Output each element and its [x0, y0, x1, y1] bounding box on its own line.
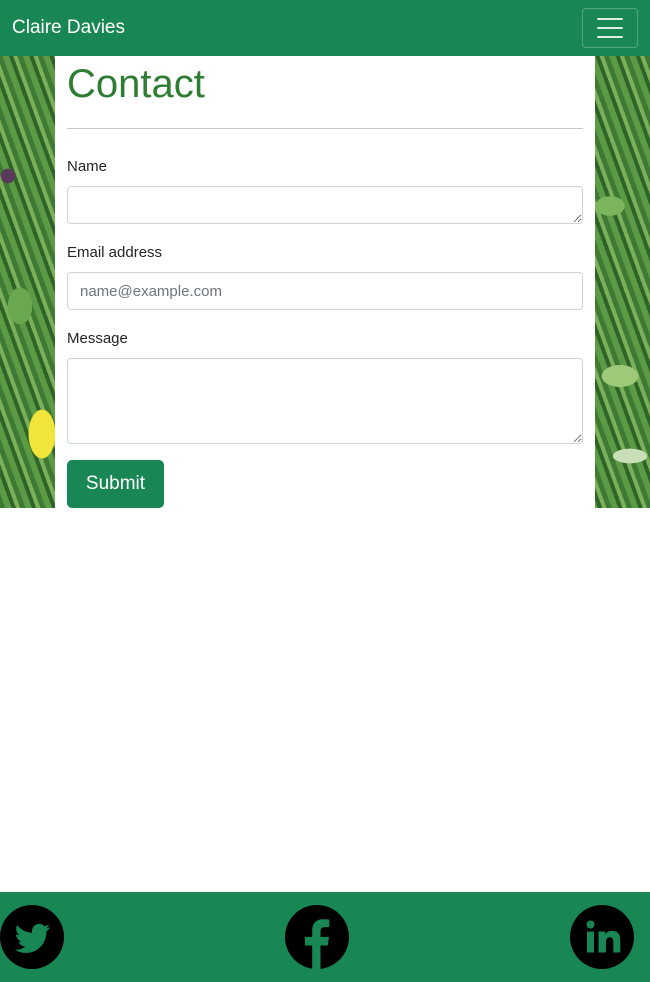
linkedin-link[interactable] [570, 905, 634, 969]
submit-button[interactable]: Submit [67, 460, 164, 508]
message-label: Message [67, 330, 128, 347]
twitter-icon [0, 905, 64, 969]
twitter-link[interactable] [0, 905, 64, 969]
menu-toggle-button[interactable] [582, 8, 638, 48]
footer [0, 892, 650, 982]
hero-background-image: Contact Name Email address Message Submi… [0, 56, 650, 508]
facebook-icon [285, 905, 349, 969]
title-divider [67, 128, 583, 129]
hamburger-menu-icon [597, 18, 623, 38]
contact-card: Contact Name Email address Message Submi… [55, 56, 595, 508]
navbar: Claire Davies [0, 0, 650, 56]
page-title: Contact [67, 62, 205, 106]
name-field[interactable] [67, 186, 583, 224]
email-field[interactable] [67, 272, 583, 310]
linkedin-icon [570, 905, 634, 969]
facebook-link[interactable] [285, 905, 349, 969]
message-field[interactable] [67, 358, 583, 444]
brand-link[interactable]: Claire Davies [12, 16, 125, 40]
name-label: Name [67, 158, 108, 175]
email-label: Email address [67, 244, 163, 261]
